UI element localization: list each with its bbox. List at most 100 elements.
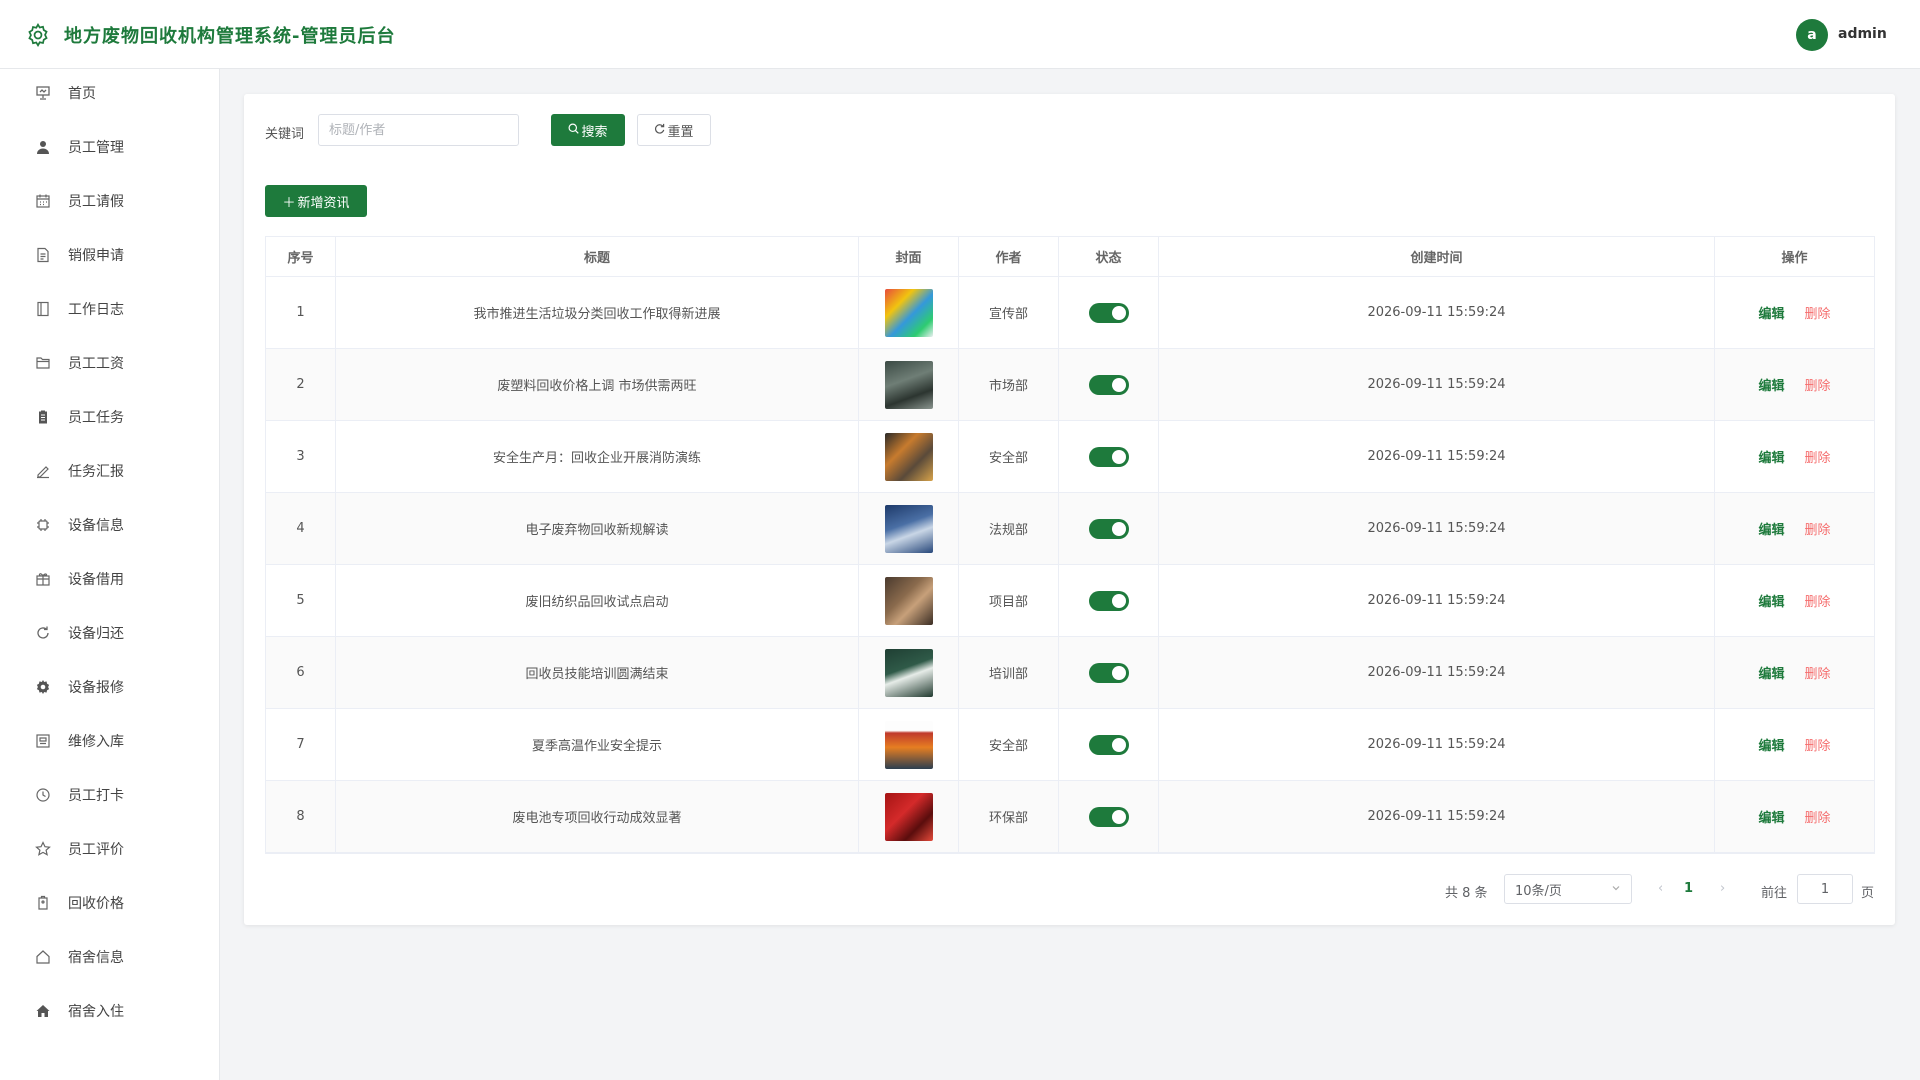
next-page-button[interactable]: › (1720, 881, 1725, 896)
prev-page-button[interactable]: ‹ (1658, 881, 1663, 896)
status-toggle[interactable] (1088, 302, 1129, 323)
cover-image[interactable] (884, 432, 933, 481)
cell-author: 市场部 (959, 349, 1059, 420)
table-row: 5 废旧纺织品回收试点启动 项目部 2026-09-11 15:59:24 编辑 删除 (266, 565, 1874, 637)
user-icon (34, 138, 52, 156)
cover-image[interactable] (884, 720, 933, 769)
sidebar-item-label: 回收价格 (68, 896, 124, 912)
edit-button[interactable]: 编辑 (1758, 519, 1784, 538)
cell-title: 回收员技能培训圆满结束 (336, 637, 859, 708)
cell-created-time: 2026-09-11 15:59:24 (1159, 493, 1715, 564)
status-toggle[interactable] (1088, 734, 1129, 755)
username[interactable]: admin (1838, 26, 1887, 42)
sidebar-item[interactable]: 宿舍信息 (0, 937, 219, 977)
clipboard-icon (34, 408, 52, 426)
status-toggle[interactable] (1088, 806, 1129, 827)
table-header: 序号 标题 封面 作者 状态 创建时间 操作 (266, 237, 1874, 277)
sidebar-item[interactable]: 员工请假 (0, 181, 219, 221)
sidebar-item-label: 首页 (68, 86, 96, 102)
add-news-button[interactable]: ＋ 新增资讯 (265, 185, 367, 217)
cell-index: 6 (266, 637, 336, 708)
edit-button[interactable]: 编辑 (1758, 663, 1784, 682)
house-filled-icon (34, 1002, 52, 1020)
sidebar-item[interactable]: 回收价格 (0, 883, 219, 923)
sidebar-item[interactable]: 设备报修 (0, 667, 219, 707)
sidebar-item[interactable]: 员工评价 (0, 829, 219, 869)
sidebar-item-label: 设备报修 (68, 680, 124, 696)
page-unit-label: 页 (1861, 886, 1875, 901)
sidebar-item-label: 员工任务 (68, 410, 124, 426)
cover-image[interactable] (884, 792, 933, 841)
folder-icon (34, 354, 52, 372)
search-icon (568, 123, 580, 138)
reset-button[interactable]: 重置 (637, 114, 711, 146)
reset-button-label: 重置 (667, 124, 694, 140)
sidebar: 首页员工管理员工请假销假申请工作日志员工工资员工任务任务汇报设备信息设备借用设备… (0, 69, 220, 1080)
status-toggle[interactable] (1088, 446, 1129, 467)
status-toggle[interactable] (1088, 662, 1129, 683)
cell-created-time: 2026-09-11 15:59:24 (1159, 421, 1715, 492)
header-actions: 操作 (1781, 251, 1808, 266)
cell-status (1059, 277, 1159, 348)
edit-button[interactable]: 编辑 (1758, 807, 1784, 826)
cover-image[interactable] (884, 648, 933, 697)
sidebar-item[interactable]: 设备归还 (0, 613, 219, 653)
page-size-select[interactable]: 10条/页 (1504, 874, 1632, 904)
sidebar-item-label: 工作日志 (68, 302, 124, 318)
sidebar-item[interactable]: 设备信息 (0, 505, 219, 545)
sidebar-item[interactable]: 销假申请 (0, 235, 219, 275)
delete-button[interactable]: 删除 (1805, 519, 1831, 538)
delete-button[interactable]: 删除 (1805, 591, 1831, 610)
sidebar-item[interactable]: 设备借用 (0, 559, 219, 599)
cell-title: 废电池专项回收行动成效显著 (336, 781, 859, 852)
cover-image[interactable] (884, 576, 933, 625)
cover-image[interactable] (884, 288, 933, 337)
goto-page-input[interactable] (1797, 874, 1853, 904)
delete-button[interactable]: 删除 (1805, 807, 1831, 826)
sidebar-item[interactable]: 维修入库 (0, 721, 219, 761)
sidebar-item[interactable]: 任务汇报 (0, 451, 219, 491)
sidebar-item[interactable]: 员工打卡 (0, 775, 219, 815)
sidebar-item-label: 员工打卡 (68, 788, 124, 804)
delete-button[interactable]: 删除 (1805, 375, 1831, 394)
delete-button[interactable]: 删除 (1805, 663, 1831, 682)
sidebar-item[interactable]: 员工任务 (0, 397, 219, 437)
page-number[interactable]: 1 (1684, 881, 1693, 896)
sidebar-item[interactable]: 宿舍入住 (0, 991, 219, 1031)
header-title: 标题 (336, 237, 859, 276)
cover-image[interactable] (884, 504, 933, 553)
delete-button[interactable]: 删除 (1805, 447, 1831, 466)
cover-image[interactable] (884, 360, 933, 409)
house-outline-icon (34, 948, 52, 966)
delete-button[interactable]: 删除 (1805, 735, 1831, 754)
top-header: 地方废物回收机构管理系统-管理员后台 a admin (0, 0, 1920, 69)
status-toggle[interactable] (1088, 590, 1129, 611)
sidebar-item[interactable]: 员工管理 (0, 127, 219, 167)
search-button[interactable]: 搜索 (551, 114, 625, 146)
cell-cover (859, 493, 959, 564)
cell-actions: 编辑 删除 (1715, 349, 1874, 420)
sidebar-item-label: 设备借用 (68, 572, 124, 588)
sidebar-item[interactable]: 工作日志 (0, 289, 219, 329)
sidebar-item[interactable]: 首页 (0, 73, 219, 113)
table-row: 3 安全生产月：回收企业开展消防演练 安全部 2026-09-11 15:59:24 编… (266, 421, 1874, 493)
edit-button[interactable]: 编辑 (1758, 591, 1784, 610)
table-row: 6 回收员技能培训圆满结束 培训部 2026-09-11 15:59:24 编辑 删除 (266, 637, 1874, 709)
sidebar-item-label: 员工管理 (68, 140, 124, 156)
status-toggle[interactable] (1088, 374, 1129, 395)
delete-button[interactable]: 删除 (1805, 303, 1831, 322)
edit-button[interactable]: 编辑 (1758, 375, 1784, 394)
edit-button[interactable]: 编辑 (1758, 303, 1784, 322)
keyword-input[interactable] (318, 114, 519, 146)
edit-button[interactable]: 编辑 (1758, 735, 1784, 754)
cell-author: 法规部 (959, 493, 1059, 564)
edit-button[interactable]: 编辑 (1758, 447, 1784, 466)
cell-actions: 编辑 删除 (1715, 565, 1874, 636)
sidebar-item[interactable]: 员工工资 (0, 343, 219, 383)
avatar[interactable]: a (1796, 19, 1828, 51)
notebook-icon (34, 300, 52, 318)
table-row: 8 废电池专项回收行动成效显著 环保部 2026-09-11 15:59:24 编辑 删除 (266, 781, 1874, 853)
cell-index: 4 (266, 493, 336, 564)
clock-icon (34, 786, 52, 804)
status-toggle[interactable] (1088, 518, 1129, 539)
